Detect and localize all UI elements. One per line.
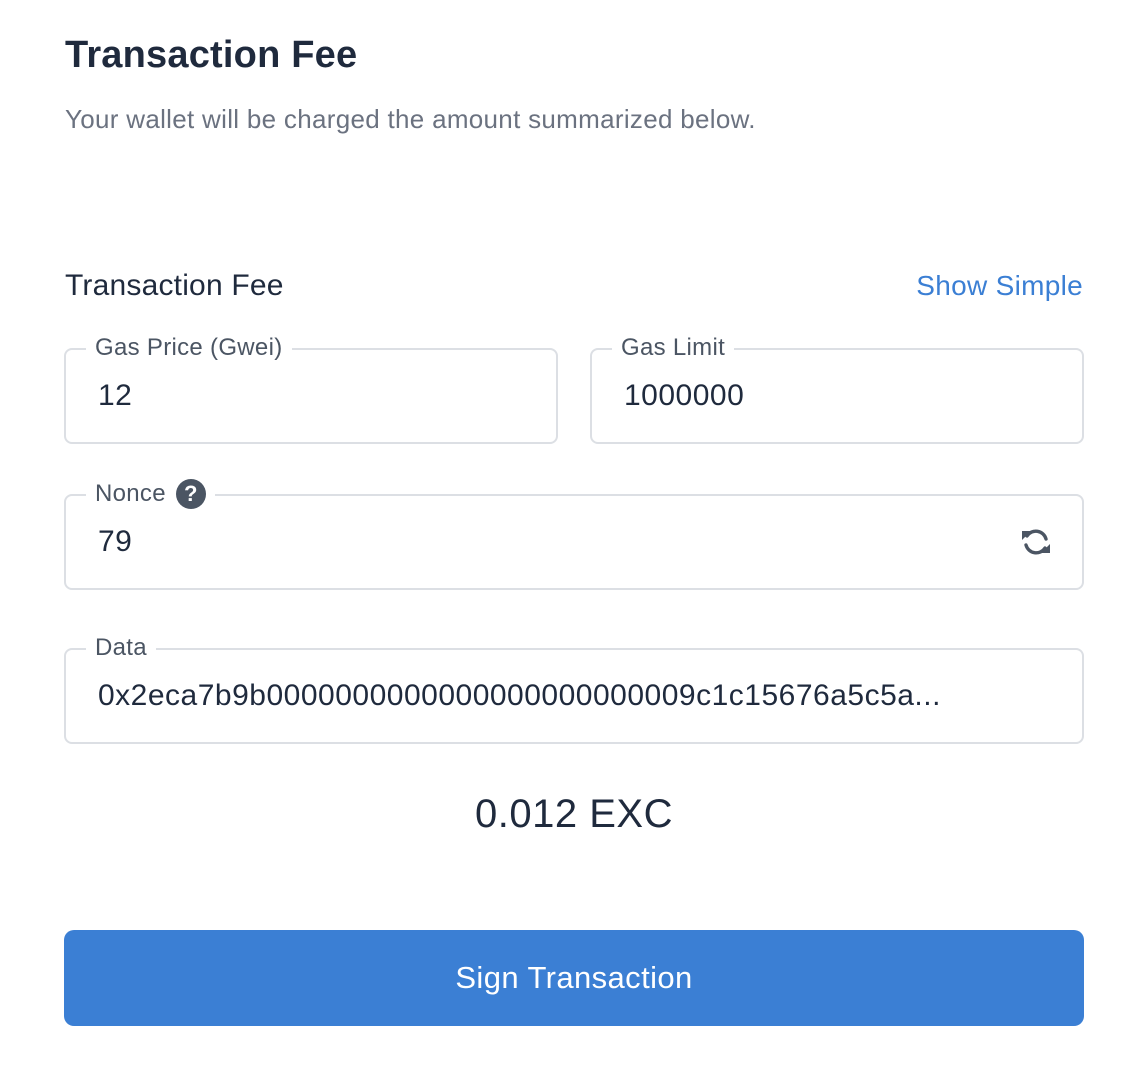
page-title: Transaction Fee (65, 34, 358, 76)
data-field: Data 0x2eca7b9b0000000000000000000000009… (64, 633, 1084, 744)
total-fee: 0.012 EXC (475, 792, 673, 836)
nonce-field: Nonce ? 79 (64, 479, 1084, 590)
gas-limit-field: Gas Limit 1000000 (590, 333, 1084, 444)
data-input[interactable]: 0x2eca7b9b0000000000000000000000009c1c15… (98, 650, 1052, 742)
fee-section-title: Transaction Fee (65, 269, 284, 302)
refresh-icon[interactable] (1020, 526, 1052, 558)
gas-price-field: Gas Price (Gwei) 12 (64, 333, 558, 444)
page-subtitle: Your wallet will be charged the amount s… (65, 104, 756, 134)
show-simple-link[interactable]: Show Simple (916, 270, 1083, 302)
fee-section-header: Transaction Fee Show Simple (65, 266, 1083, 306)
sign-transaction-button[interactable]: Sign Transaction (64, 930, 1084, 1026)
gas-price-input[interactable]: 12 (98, 350, 496, 442)
nonce-input[interactable]: 79 (98, 496, 1022, 588)
gas-limit-input[interactable]: 1000000 (624, 350, 1022, 442)
